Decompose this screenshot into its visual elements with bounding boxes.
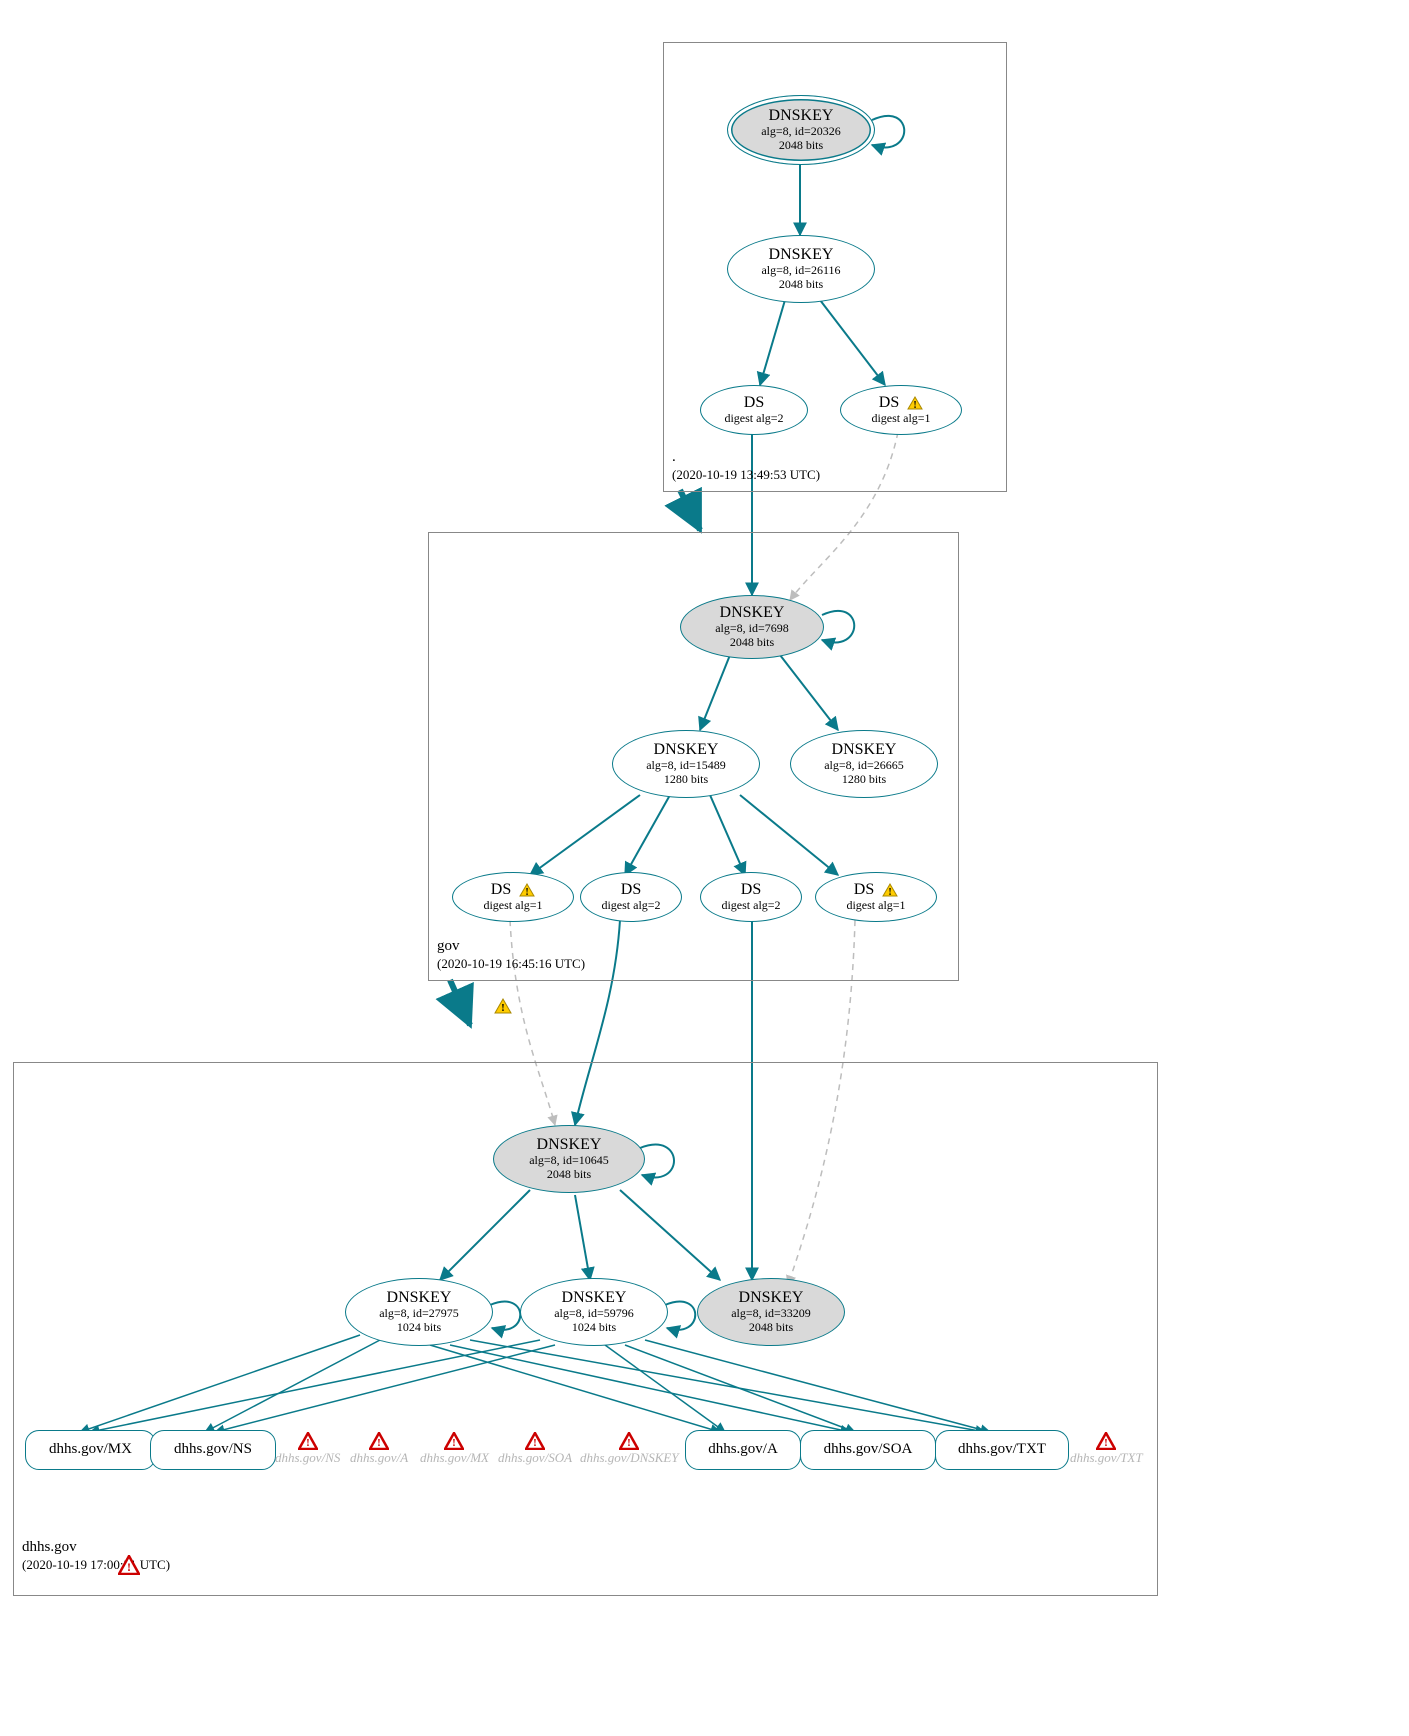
zone-root-label: . (2020-10-19 13:49:53 UTC)	[672, 448, 820, 486]
error-icon: !	[369, 1432, 389, 1450]
svg-text:!: !	[1104, 1437, 1108, 1449]
node-gov-ksk: DNSKEY alg=8, id=7698 2048 bits	[680, 595, 824, 659]
warning-icon: !	[494, 998, 512, 1014]
zone-dhhs-label: dhhs.gov (2020-10-19 17:00:21 UTC)	[22, 1538, 170, 1576]
svg-text:!: !	[627, 1437, 631, 1449]
svg-text:!: !	[501, 1002, 505, 1014]
warning-icon: !	[519, 883, 535, 897]
svg-text:!: !	[914, 400, 917, 410]
svg-text:!: !	[127, 1560, 131, 1574]
zone-gov-label: gov (2020-10-19 16:45:16 UTC)	[437, 937, 585, 975]
svg-text:!: !	[306, 1437, 310, 1449]
rrset-txt: dhhs.gov/TXT	[935, 1430, 1069, 1470]
error-icon: !	[298, 1432, 318, 1450]
svg-text:!: !	[533, 1437, 537, 1449]
node-gov-zsk-26665: DNSKEY alg=8, id=26665 1280 bits	[790, 730, 938, 798]
node-root-ksk: DNSKEY alg=8, id=20326 2048 bits	[727, 95, 875, 165]
node-gov-ds4: DS ! digest alg=1	[815, 872, 937, 922]
error-icon: !	[619, 1432, 639, 1450]
node-root-zsk: DNSKEY alg=8, id=26116 2048 bits	[727, 235, 875, 303]
svg-text:!: !	[889, 887, 892, 897]
node-dhhs-zsk-27975: DNSKEY alg=8, id=27975 1024 bits	[345, 1278, 493, 1346]
rrset-a: dhhs.gov/A	[685, 1430, 801, 1470]
ghost-soa: ! dhhs.gov/SOA	[498, 1432, 572, 1466]
node-dhhs-ksk: DNSKEY alg=8, id=10645 2048 bits	[493, 1125, 645, 1193]
node-gov-ds1: DS ! digest alg=1	[452, 872, 574, 922]
rrset-soa: dhhs.gov/SOA	[800, 1430, 936, 1470]
ghost-ns: ! dhhs.gov/NS	[275, 1432, 340, 1466]
error-icon: !	[525, 1432, 545, 1450]
node-gov-ds3: DS digest alg=2	[700, 872, 802, 922]
error-icon: !	[1096, 1432, 1116, 1450]
node-dhhs-sep: DNSKEY alg=8, id=33209 2048 bits	[697, 1278, 845, 1346]
svg-text:!: !	[453, 1437, 457, 1449]
ghost-a: ! dhhs.gov/A	[350, 1432, 408, 1466]
rrset-mx: dhhs.gov/MX	[25, 1430, 156, 1470]
error-icon: !	[444, 1432, 464, 1450]
node-gov-zsk-15489: DNSKEY alg=8, id=15489 1280 bits	[612, 730, 760, 798]
svg-text:!: !	[526, 887, 529, 897]
ghost-txt: ! dhhs.gov/TXT	[1070, 1432, 1143, 1466]
ghost-dnskey: ! dhhs.gov/DNSKEY	[580, 1432, 679, 1466]
error-icon: !	[118, 1555, 140, 1575]
rrset-ns: dhhs.gov/NS	[150, 1430, 276, 1470]
ghost-mx: ! dhhs.gov/MX	[420, 1432, 489, 1466]
node-root-ds-alg1: DS ! digest alg=1	[840, 385, 962, 435]
node-root-ds-alg2: DS digest alg=2	[700, 385, 808, 435]
warning-icon: !	[907, 396, 923, 410]
node-gov-ds2: DS digest alg=2	[580, 872, 682, 922]
node-dhhs-zsk-59796: DNSKEY alg=8, id=59796 1024 bits	[520, 1278, 668, 1346]
warning-icon: !	[882, 883, 898, 897]
svg-text:!: !	[377, 1437, 381, 1449]
